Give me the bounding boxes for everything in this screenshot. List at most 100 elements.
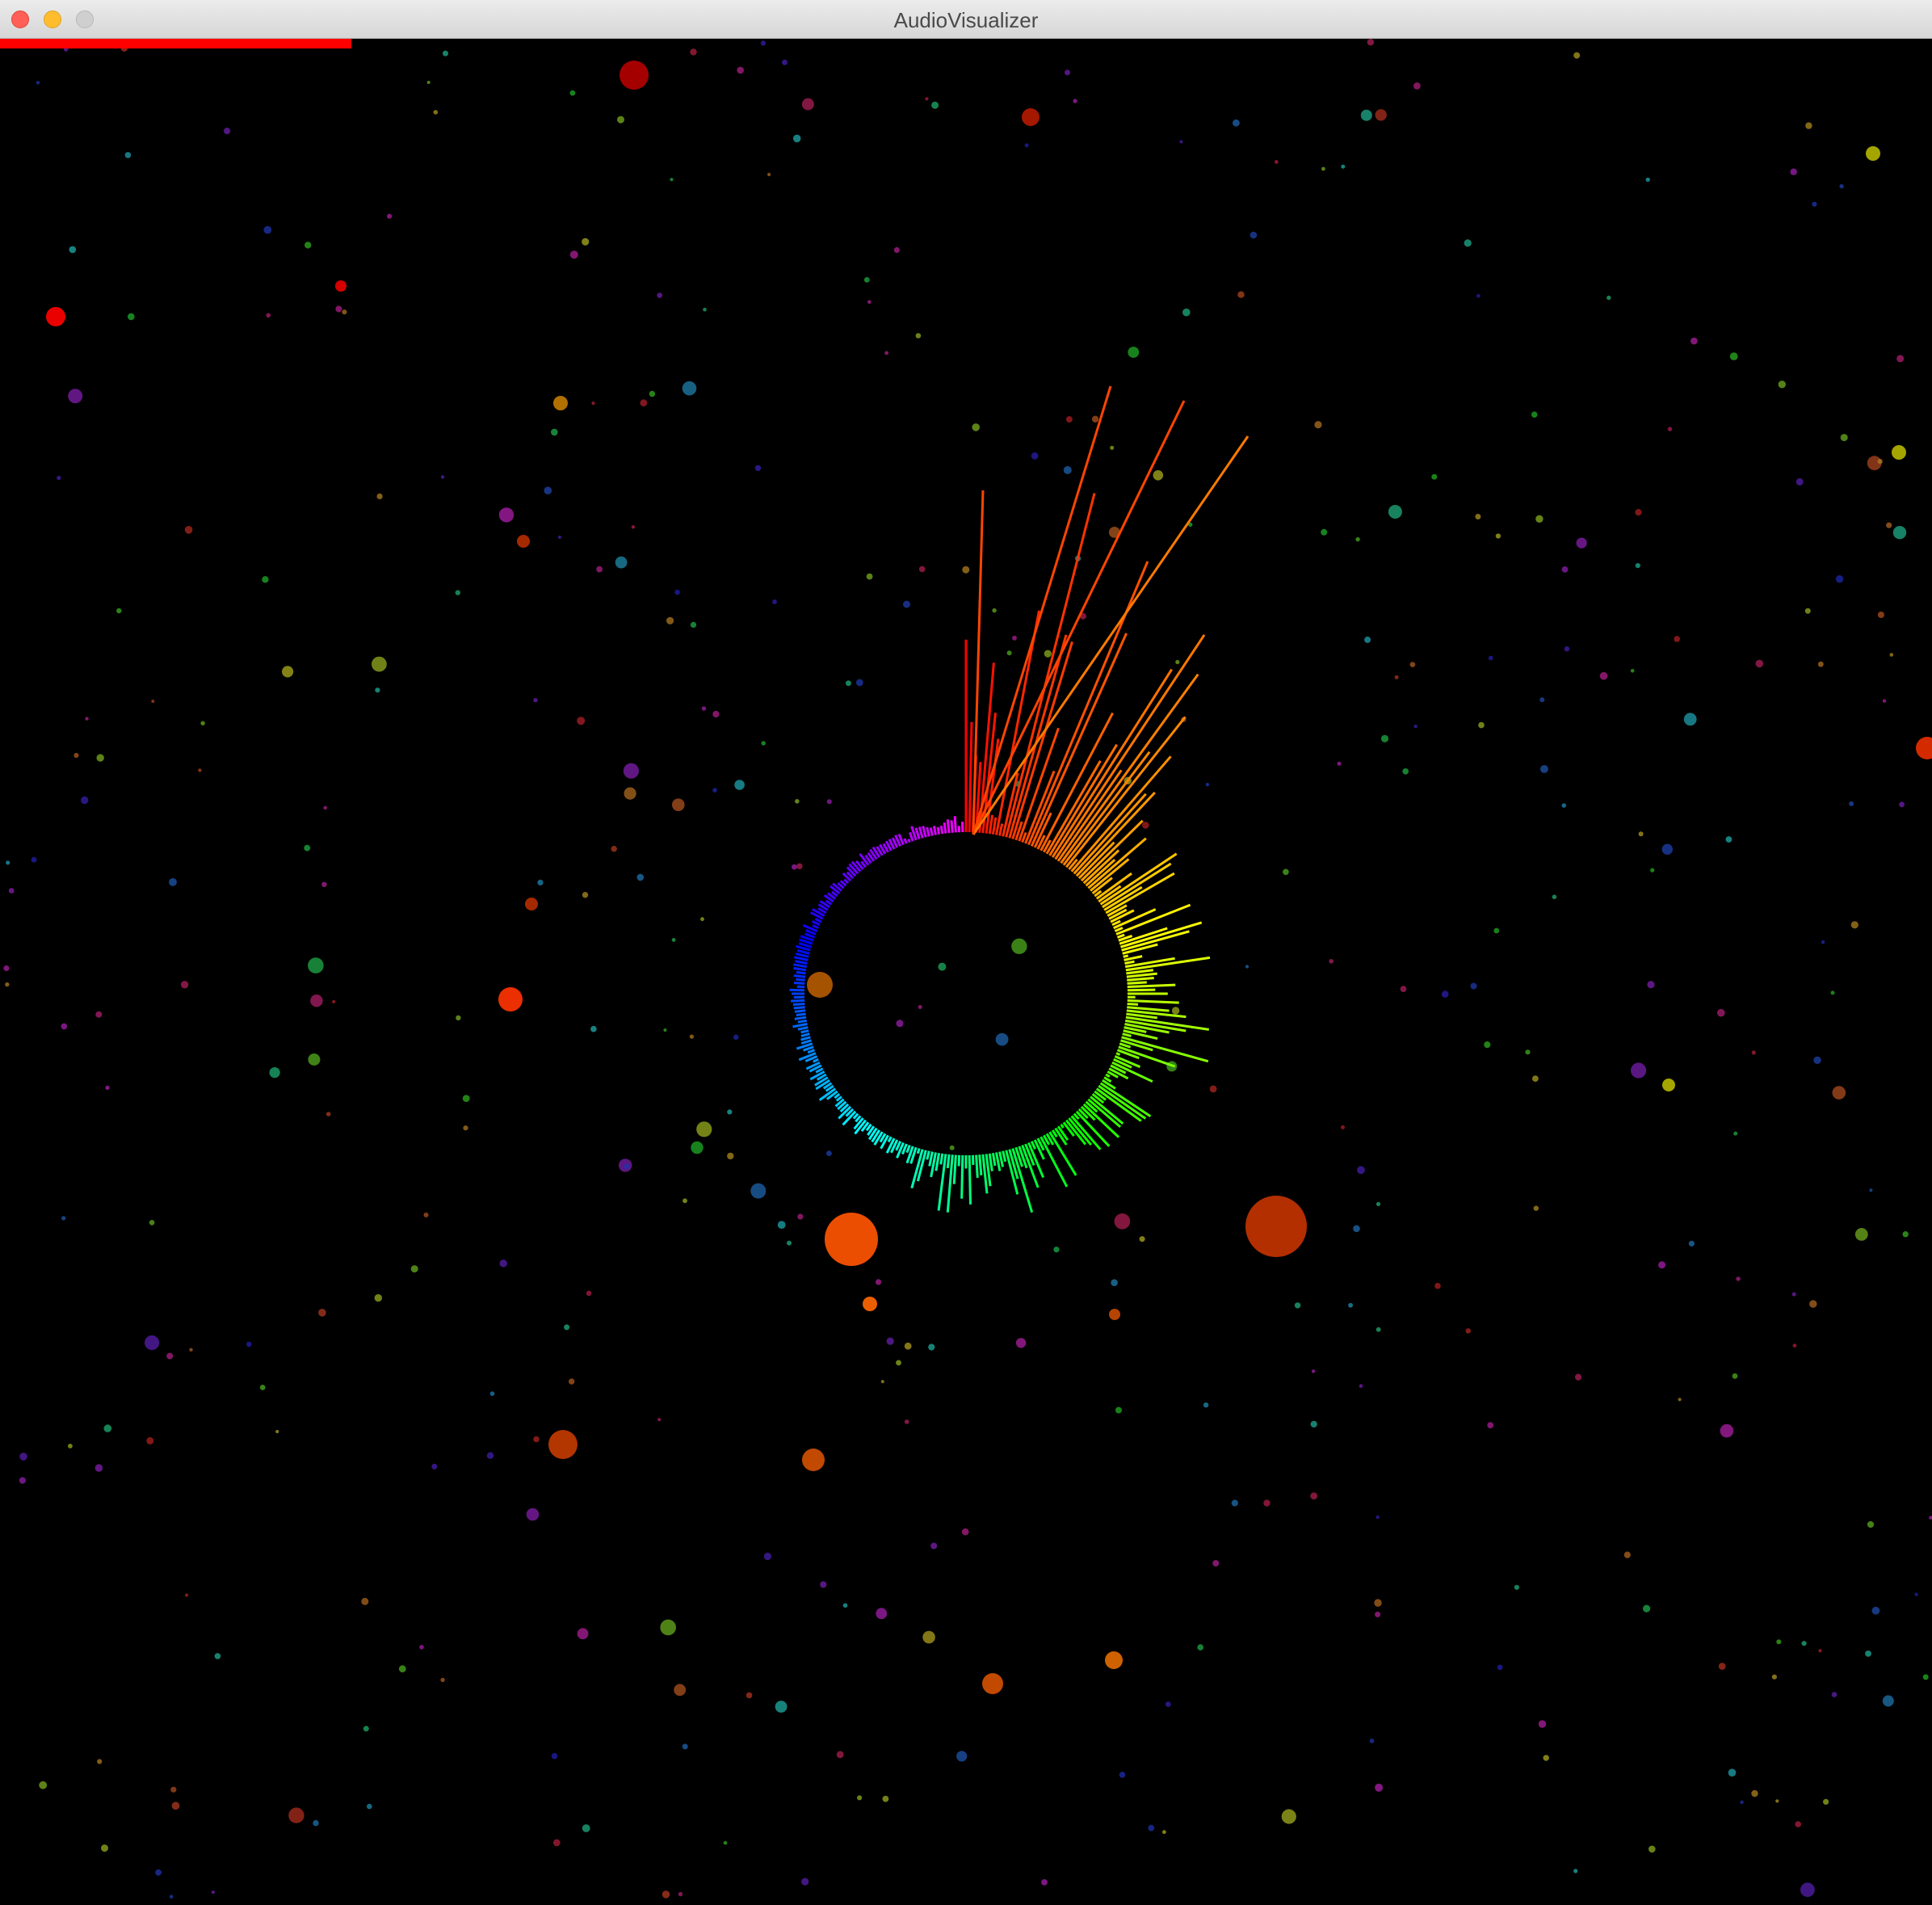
particle bbox=[611, 846, 617, 852]
particle bbox=[915, 333, 922, 339]
particle bbox=[956, 1751, 968, 1762]
spectrum-bar bbox=[968, 721, 973, 833]
particle bbox=[577, 717, 586, 725]
particle bbox=[564, 1324, 570, 1331]
particle bbox=[1896, 355, 1905, 363]
particle bbox=[308, 1053, 321, 1066]
spectrum-bar bbox=[793, 956, 808, 961]
playback-progress-bar[interactable] bbox=[0, 39, 1932, 48]
particle bbox=[662, 1890, 670, 1899]
particle bbox=[1441, 990, 1449, 998]
title-bar[interactable]: AudioVisualizer bbox=[0, 0, 1932, 39]
particle bbox=[304, 242, 312, 249]
particle bbox=[1212, 1560, 1220, 1566]
particle bbox=[1823, 1798, 1829, 1805]
particle bbox=[1561, 803, 1567, 808]
spectrum-bar bbox=[887, 1136, 892, 1143]
particle bbox=[918, 566, 926, 573]
particle bbox=[96, 754, 104, 762]
particle bbox=[674, 1684, 687, 1697]
particle bbox=[310, 995, 323, 1007]
particle bbox=[1552, 894, 1557, 899]
floating-orbs bbox=[46, 61, 1932, 1694]
particle bbox=[387, 213, 393, 219]
particle bbox=[1813, 1056, 1821, 1065]
particle bbox=[1674, 636, 1680, 642]
particle bbox=[631, 525, 636, 529]
spectrum-bar bbox=[968, 1154, 972, 1205]
particle bbox=[723, 1840, 728, 1845]
particle bbox=[1889, 653, 1894, 657]
spectrum-bar bbox=[934, 1152, 941, 1171]
spectrum-bar bbox=[1102, 862, 1172, 909]
particle bbox=[68, 389, 83, 404]
particle bbox=[128, 313, 135, 321]
particle bbox=[1431, 473, 1438, 480]
spectrum-bar bbox=[1126, 972, 1157, 978]
particle bbox=[569, 90, 576, 96]
particle bbox=[1065, 69, 1070, 76]
spectrum-bar bbox=[807, 1049, 816, 1054]
spectrum-bar bbox=[922, 826, 927, 838]
spectrum-bar bbox=[800, 1036, 811, 1041]
particle bbox=[623, 763, 640, 779]
particle bbox=[1688, 1240, 1695, 1247]
particle bbox=[689, 1034, 695, 1039]
particle bbox=[1321, 528, 1328, 536]
spectrum-bar bbox=[1030, 1141, 1036, 1150]
particle bbox=[1840, 434, 1848, 442]
particle bbox=[440, 1677, 445, 1683]
particle bbox=[433, 110, 439, 115]
spectrum-bar bbox=[960, 1154, 964, 1199]
spectrum-bar bbox=[946, 819, 951, 834]
particle bbox=[5, 982, 10, 987]
spectrum-bar bbox=[1021, 1144, 1040, 1188]
particle bbox=[1647, 981, 1655, 989]
particle bbox=[1755, 659, 1764, 668]
particle bbox=[1630, 669, 1635, 673]
particle bbox=[1355, 536, 1360, 542]
particle bbox=[443, 50, 448, 57]
particle-field bbox=[3, 39, 1932, 1899]
particle bbox=[701, 706, 707, 711]
spectrum-bar bbox=[795, 960, 808, 965]
particle bbox=[1795, 1821, 1801, 1827]
particle bbox=[363, 1726, 369, 1732]
particle bbox=[1274, 160, 1279, 164]
spectrum-bar bbox=[835, 1095, 842, 1102]
particle bbox=[1882, 1695, 1894, 1707]
spectrum-bar bbox=[1127, 977, 1154, 982]
particle bbox=[1475, 514, 1481, 519]
particle bbox=[1012, 635, 1017, 641]
particle bbox=[782, 59, 788, 65]
orb bbox=[807, 972, 833, 998]
particle bbox=[1832, 1086, 1846, 1100]
particle bbox=[961, 1528, 969, 1536]
particle bbox=[326, 1112, 331, 1117]
orb bbox=[517, 535, 530, 548]
particle bbox=[1561, 566, 1569, 573]
orb bbox=[825, 1213, 878, 1266]
spectrum-bar bbox=[800, 1029, 809, 1034]
particle bbox=[224, 128, 231, 135]
particle bbox=[1869, 1188, 1873, 1192]
particle bbox=[1729, 352, 1738, 360]
spectrum-bar bbox=[1065, 716, 1186, 868]
spectrum-bar bbox=[909, 831, 914, 842]
particle bbox=[866, 573, 873, 580]
particle bbox=[1886, 522, 1892, 528]
particle bbox=[97, 1759, 103, 1764]
orb bbox=[1022, 108, 1040, 126]
particle bbox=[423, 1212, 429, 1217]
particle bbox=[1281, 1809, 1296, 1824]
particle bbox=[663, 1028, 667, 1032]
spectrum-bar bbox=[918, 826, 924, 839]
spectrum-bar bbox=[916, 1148, 921, 1154]
particle bbox=[1493, 927, 1500, 934]
app-window: AudioVisualizer bbox=[0, 0, 1932, 1905]
particle bbox=[1360, 109, 1372, 121]
particle bbox=[3, 965, 10, 971]
particle bbox=[727, 1152, 734, 1160]
particle bbox=[374, 1293, 382, 1302]
particle bbox=[703, 307, 707, 312]
